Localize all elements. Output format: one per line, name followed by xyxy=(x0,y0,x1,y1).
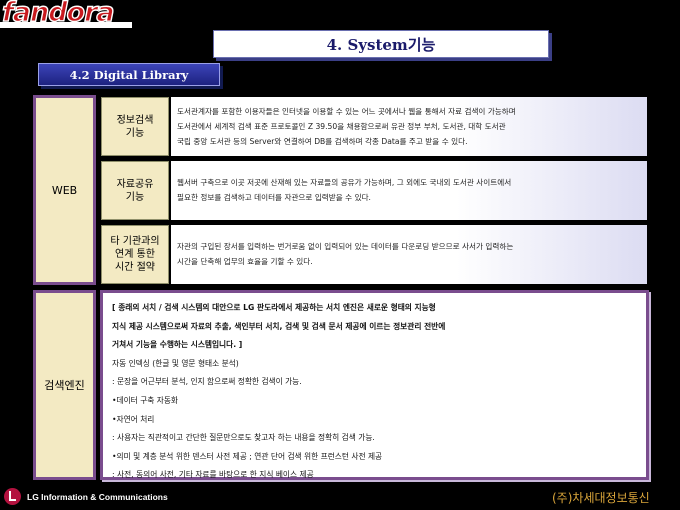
desc-line: 시간을 단축해 업무의 효율을 기할 수 있다. xyxy=(177,257,313,266)
engine-line: 지식 제공 시스템으로써 자료의 추출, 색인부터 서치, 검색 및 검색 문서… xyxy=(112,321,446,331)
engine-line: •의미 및 계층 분석 위한 덴스터 사전 제공 ; 연관 단어 검색 위한 프… xyxy=(112,451,383,461)
engine-line: 거쳐서 기능을 수행하는 시스템입니다. ] xyxy=(112,340,243,350)
desc-line: 도서관에서 세계적 검색 표준 프로토콜인 Z 39.50을 채용함으로써 유관… xyxy=(177,122,506,131)
desc-line: 도서관계자를 포함한 이용자들은 인터넷을 이용할 수 있는 어느 곳에서나 웹… xyxy=(177,107,516,116)
engine-line: [ 종래의 서치 / 검색 시스템의 대안으로 LG 판도라에서 제공하는 서치… xyxy=(112,303,436,312)
desc-line: 필요한 정보를 검색하고 데이터를 자관으로 입력받을 수 있다. xyxy=(177,193,371,202)
engine-line: : 사전, 동의어 사전, 기타 자료를 바탕으로 한 지식 베이스 제공 xyxy=(112,470,314,480)
lg-footer-text: LG Information & Communications xyxy=(27,491,168,502)
web-row-desc-2: 웹서버 구축으로 이곳 저곳에 산재해 있는 자료들의 공유가 가능하며, 그 … xyxy=(171,161,647,220)
label-line: 자료공유 xyxy=(116,178,154,190)
label-line: 연계 통한 xyxy=(115,249,155,260)
engine-line: : 사용자는 직관적이고 간단한 질문만으로도 찾고자 하는 내용을 정확히 검… xyxy=(112,433,375,443)
slide: fandora 4. System기능 4.2 Digital Library … xyxy=(0,0,680,510)
desc-line: 국립 중앙 도서관 등의 Server와 연결하여 DB를 검색하며 각종 Da… xyxy=(177,137,468,146)
fandora-logo: fandora xyxy=(0,0,132,30)
label-line: 시간 절약 xyxy=(115,262,155,273)
label-line: 기능 xyxy=(125,191,145,203)
category-engine: 검색엔진 xyxy=(33,290,96,480)
slide-title-box: 4. System기능 xyxy=(213,30,549,58)
web-row-label-1: 정보검색 기능 xyxy=(101,97,169,156)
company-name: (주)차세대정보통신 xyxy=(552,491,650,505)
section-label: 4.2 Digital Library xyxy=(38,63,220,86)
engine-description-box: [ 종래의 서치 / 검색 시스템의 대안으로 LG 판도라에서 제공하는 서치… xyxy=(100,290,649,480)
category-web: WEB xyxy=(33,95,96,285)
web-row-desc-1: 도서관계자를 포함한 이용자들은 인터넷을 이용할 수 있는 어느 곳에서나 웹… xyxy=(171,97,647,156)
web-row-label-2: 자료공유 기능 xyxy=(101,161,169,220)
lg-logo-icon xyxy=(4,488,21,505)
desc-line: 자관의 구입된 장서를 입력하는 번거로움 없이 입력되어 있는 데이터를 다운… xyxy=(177,242,514,251)
engine-line: 자동 인덱싱 (한글 및 영문 형태소 분석) xyxy=(112,358,239,368)
desc-line: 웹서버 구축으로 이곳 저곳에 산재해 있는 자료들의 공유가 가능하며, 그 … xyxy=(177,178,512,187)
lg-footer-logo: LG Information & Communications xyxy=(4,488,168,505)
label-line: 타 기관과의 xyxy=(110,236,160,247)
slide-title: 4. System기능 xyxy=(326,35,436,54)
logo-text: fandora xyxy=(1,0,115,29)
engine-line: •데이터 구축 자동화 xyxy=(112,395,179,405)
section-label-text: 4.2 Digital Library xyxy=(69,67,189,82)
category-web-label: WEB xyxy=(51,183,78,197)
label-line: 기능 xyxy=(125,127,145,139)
web-row-desc-3: 자관의 구입된 장서를 입력하는 번거로움 없이 입력되어 있는 데이터를 다운… xyxy=(171,225,647,284)
category-engine-label: 검색엔진 xyxy=(44,379,85,392)
web-row-label-3: 타 기관과의 연계 통한 시간 절약 xyxy=(101,225,169,284)
label-line: 정보검색 xyxy=(116,114,154,126)
engine-line: •자연어 처리 xyxy=(112,414,155,424)
engine-line: : 문장을 어근부터 분석, 인지 함으로써 정확한 검색이 가능. xyxy=(112,377,302,387)
